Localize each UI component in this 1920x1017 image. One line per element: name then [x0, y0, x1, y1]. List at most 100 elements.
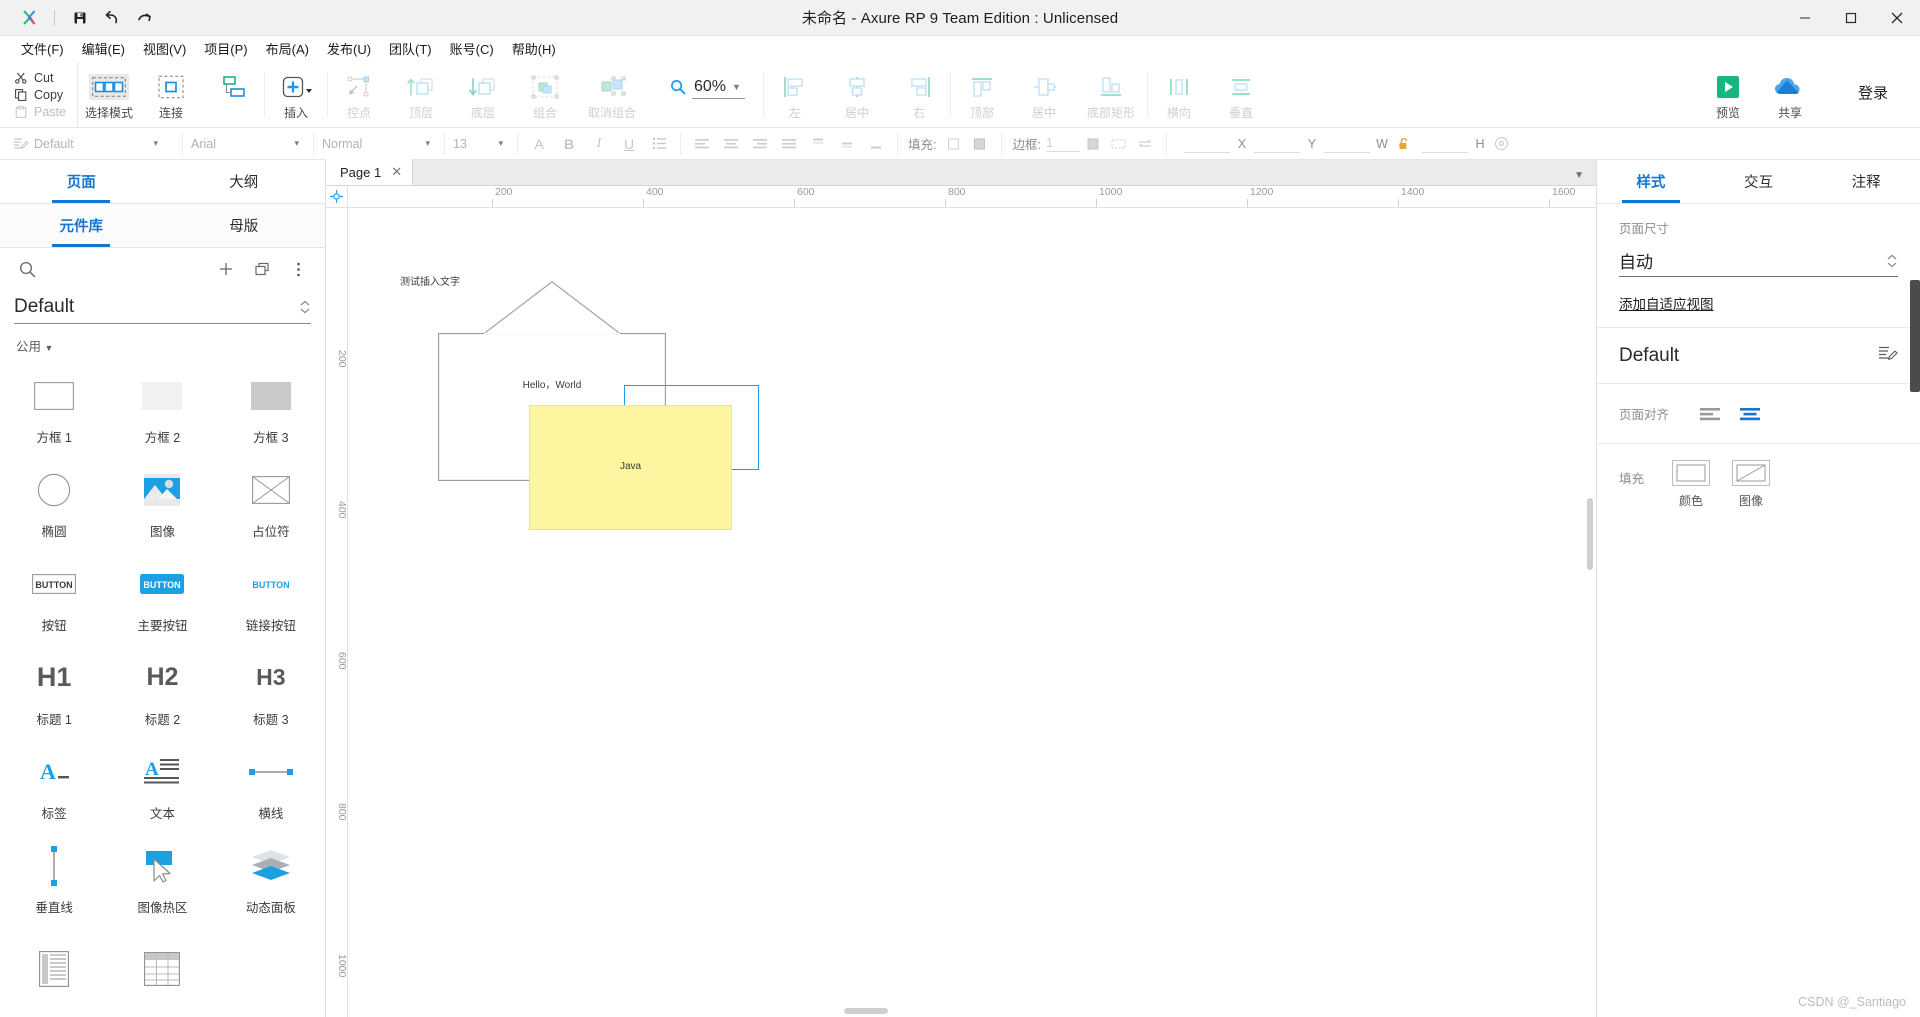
page-size-select[interactable]: 自动 — [1619, 245, 1898, 277]
style-select-cell[interactable]: Default ▾ — [0, 128, 182, 160]
tab-style[interactable]: 样式 — [1597, 160, 1705, 203]
distribute-vertical-button[interactable]: 垂直 — [1210, 68, 1272, 121]
align-center-icon[interactable] — [718, 132, 744, 156]
canvas-vertical-scrollbar[interactable] — [1584, 208, 1596, 1017]
more-vertical-icon[interactable] — [285, 256, 311, 282]
align-bottom-button[interactable]: 底部矩形 — [1075, 68, 1147, 121]
design-canvas[interactable]: 测试插入文字 Hello，World Java — [348, 208, 1596, 1017]
canvas-yellow-rect[interactable]: Java — [529, 405, 732, 530]
widget-heading1[interactable]: H1 标题 1 — [0, 645, 108, 739]
edit-style-icon[interactable] — [1878, 344, 1898, 367]
redo-icon[interactable] — [129, 5, 159, 31]
menu-view[interactable]: 视图(V) — [134, 36, 195, 61]
lock-open-icon[interactable] — [1391, 132, 1417, 156]
vertical-ruler[interactable]: 200 400 600 800 1000 — [326, 208, 348, 1017]
ruler-corner[interactable] — [326, 186, 348, 208]
menu-help[interactable]: 帮助(H) — [503, 36, 565, 61]
right-panel-scrollbar[interactable] — [1910, 280, 1920, 392]
menu-account[interactable]: 账号(C) — [441, 36, 503, 61]
align-right-button[interactable]: 右 — [888, 68, 950, 121]
align-justify-icon[interactable] — [776, 132, 802, 156]
tab-notes[interactable]: 注释 — [1812, 160, 1920, 203]
w-input[interactable] — [1323, 135, 1370, 153]
undo-icon[interactable] — [97, 5, 127, 31]
visibility-icon[interactable] — [1489, 132, 1515, 156]
widget-ellipse[interactable]: 椭圆 — [0, 457, 108, 551]
fill-gradient-swatch[interactable] — [967, 132, 993, 156]
widget-text[interactable]: A 文本 — [108, 739, 216, 833]
connect-button[interactable]: 连接 — [140, 68, 202, 121]
tab-libraries[interactable]: 元件库 — [0, 204, 163, 247]
x-input[interactable] — [1183, 135, 1230, 153]
menu-team[interactable]: 团队(T) — [380, 36, 441, 61]
font-color-icon[interactable]: A — [526, 132, 552, 156]
widget-box1[interactable]: 方框 1 — [0, 363, 108, 457]
valign-top-icon[interactable] — [805, 132, 831, 156]
login-button[interactable]: 登录 — [1854, 82, 1902, 113]
align-top-button[interactable]: 顶部 — [951, 68, 1013, 121]
add-adaptive-view-link[interactable]: 添加自适应视图 — [1619, 293, 1714, 313]
font-size-cell[interactable]: 13 ▾ — [445, 128, 517, 160]
ungroup-button[interactable]: 取消组合 — [576, 68, 648, 121]
widget-hline[interactable]: 横线 — [217, 739, 325, 833]
save-icon[interactable] — [65, 5, 95, 31]
share-button[interactable]: 共享 — [1759, 68, 1821, 121]
valign-bottom-icon[interactable] — [863, 132, 889, 156]
distribute-horizontal-button[interactable]: 横向 — [1148, 68, 1210, 121]
cut-button[interactable]: Cut — [14, 71, 77, 85]
horizontal-ruler[interactable]: 200 400 600 800 1000 1200 1400 1600 — [348, 186, 1596, 208]
bold-button[interactable]: B — [556, 132, 582, 156]
widget-heading3[interactable]: H3 标题 3 — [217, 645, 325, 739]
align-left-icon[interactable] — [689, 132, 715, 156]
preview-button[interactable]: 预览 — [1697, 68, 1759, 121]
widget-link-button[interactable]: BUTTON 链接按钮 — [217, 551, 325, 645]
page-align-center-icon[interactable] — [1737, 401, 1763, 427]
maximize-button[interactable] — [1828, 0, 1874, 36]
tab-pages[interactable]: 页面 — [0, 160, 163, 203]
widget-heading2[interactable]: H2 标题 2 — [108, 645, 216, 739]
widget-label-el[interactable]: A 标签 — [0, 739, 108, 833]
relations-button[interactable] — [202, 68, 264, 104]
bring-to-front-button[interactable]: 顶层 — [390, 68, 452, 121]
select-mode-button[interactable]: 选择模式 — [78, 68, 140, 121]
menu-layout[interactable]: 布局(A) — [257, 36, 318, 61]
arrow-style-icon[interactable] — [1132, 132, 1158, 156]
group-button[interactable]: 组合 — [514, 68, 576, 121]
align-middle-button[interactable]: 居中 — [1013, 68, 1075, 121]
align-left-button[interactable]: 左 — [764, 68, 826, 121]
canvas-vscroll-thumb[interactable] — [1587, 498, 1593, 570]
control-point-button[interactable]: 控点 — [328, 68, 390, 121]
widget-box3[interactable]: 方框 3 — [217, 363, 325, 457]
page-tab-page1[interactable]: Page 1 ✕ — [326, 159, 414, 185]
zoom-control[interactable]: 60% ▼ — [648, 62, 763, 99]
widget-table[interactable] — [108, 927, 216, 1017]
widget-inline-frame[interactable] — [0, 927, 108, 1017]
search-icon[interactable] — [14, 256, 40, 282]
h-input[interactable] — [1421, 135, 1468, 153]
tab-outline[interactable]: 大纲 — [163, 160, 326, 203]
paste-button[interactable]: Paste — [14, 105, 77, 119]
border-style-icon[interactable] — [1106, 132, 1132, 156]
tab-interactions[interactable]: 交互 — [1705, 160, 1813, 203]
widget-primary-button[interactable]: BUTTON 主要按钮 — [108, 551, 216, 645]
border-color-swatch[interactable] — [1080, 132, 1106, 156]
align-center-button[interactable]: 居中 — [826, 68, 888, 121]
library-select[interactable]: Default — [14, 290, 311, 324]
page-align-left-icon[interactable] — [1697, 401, 1723, 427]
widget-hotspot[interactable]: 图像热区 — [108, 833, 216, 927]
font-weight-cell[interactable]: Normal ▾ — [314, 128, 444, 160]
tab-masters[interactable]: 母版 — [163, 204, 326, 247]
canvas-hscroll-thumb[interactable] — [844, 1008, 888, 1014]
duplicate-icon[interactable] — [249, 256, 275, 282]
page-tabs-overflow-icon[interactable]: ▼ — [1574, 170, 1596, 185]
align-right-icon[interactable] — [747, 132, 773, 156]
close-button[interactable] — [1874, 0, 1920, 36]
close-icon[interactable]: ✕ — [391, 164, 402, 180]
border-width-value[interactable]: 1 — [1046, 136, 1053, 150]
menu-project[interactable]: 项目(P) — [195, 36, 256, 61]
widget-box2[interactable]: 方框 2 — [108, 363, 216, 457]
fill-image-option[interactable]: 图像 — [1732, 460, 1771, 509]
widget-image[interactable]: 图像 — [108, 457, 216, 551]
widget-vline[interactable]: 垂直线 — [0, 833, 108, 927]
underline-button[interactable]: U — [616, 132, 642, 156]
